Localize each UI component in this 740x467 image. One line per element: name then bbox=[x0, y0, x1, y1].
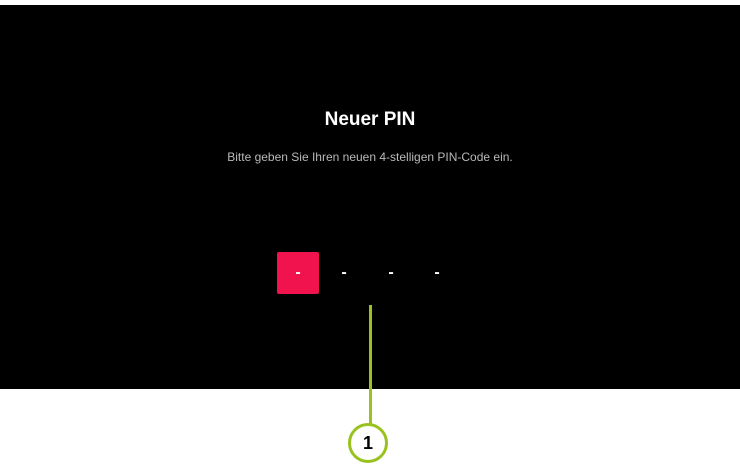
page-title: Neuer PIN bbox=[324, 109, 416, 130]
pin-digit-2[interactable]: - bbox=[323, 252, 365, 294]
callout-marker: 1 bbox=[348, 423, 388, 463]
pin-digit-3[interactable]: - bbox=[370, 252, 412, 294]
callout-number: 1 bbox=[362, 432, 373, 453]
callout-line bbox=[369, 305, 372, 427]
instruction-text: Bitte geben Sie Ihren neuen 4-stelligen … bbox=[227, 150, 513, 164]
pin-digit-1[interactable]: - bbox=[277, 252, 319, 294]
pin-digit-4[interactable]: - bbox=[416, 252, 458, 294]
